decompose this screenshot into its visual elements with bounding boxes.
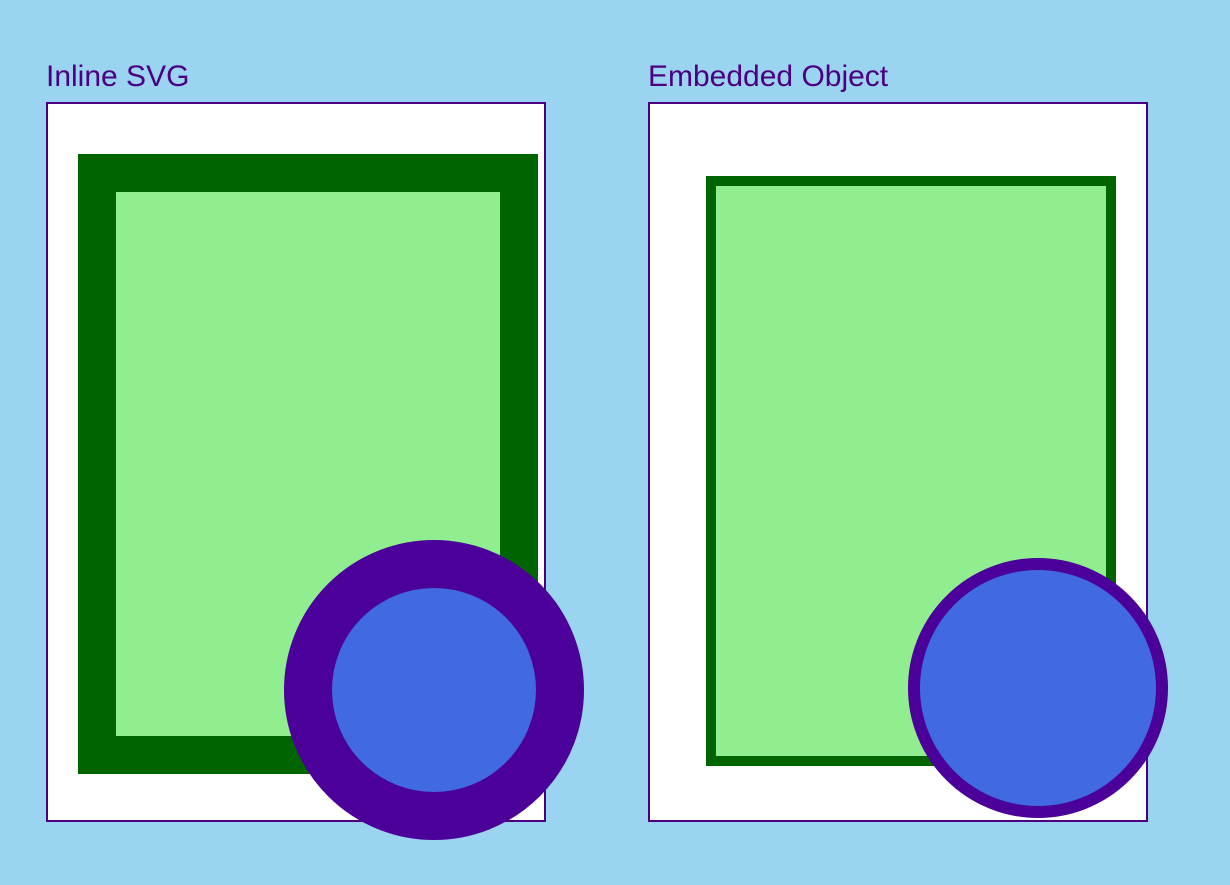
inline-svg-label: Inline SVG [46,60,189,94]
inline-circle-shape [284,540,584,840]
embedded-object-label: Embedded Object [648,60,888,94]
embedded-circle-shape [908,558,1168,818]
inline-svg-frame [46,102,546,822]
embedded-object-frame [648,102,1148,822]
